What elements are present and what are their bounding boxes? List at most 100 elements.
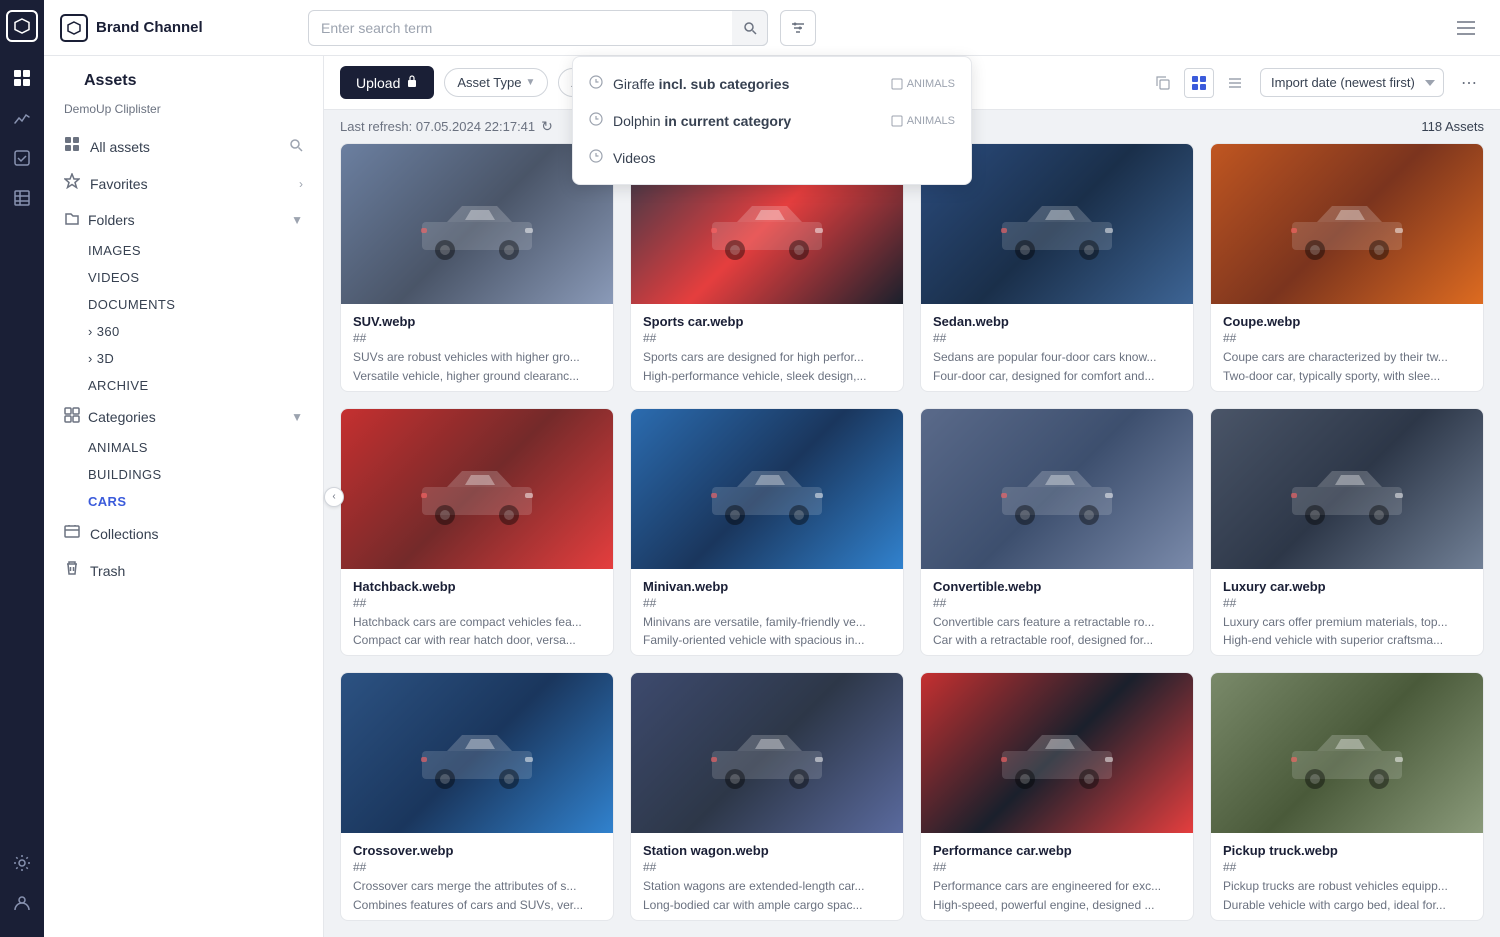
asset-card-coupe[interactable]: Coupe.webp ## Coupe cars are characteriz… (1210, 143, 1484, 392)
asset-name-crossover: Crossover.webp (353, 843, 601, 858)
asset-meta-luxury: 07.05.2024 21:34 WEBP (1223, 655, 1471, 656)
nav-assets-icon[interactable] (6, 62, 38, 94)
asset-desc1-station: Station wagons are extended-length car..… (643, 878, 891, 895)
sidebar-item-favorites[interactable]: Favorites › (44, 165, 323, 202)
folder-documents[interactable]: DOCUMENTS (44, 291, 323, 318)
asset-card-crossover[interactable]: Crossover.webp ## Crossover cars merge t… (340, 672, 614, 921)
view-list-button[interactable] (1220, 68, 1250, 98)
asset-info-sedan: Sedan.webp ## Sedans are popular four-do… (921, 304, 1193, 392)
sidebar-folders-header[interactable]: Folders ▼ (44, 202, 323, 237)
nav-tasks-icon[interactable] (6, 142, 38, 174)
menu-button[interactable] (1448, 10, 1484, 46)
search-item-text-3: Videos (613, 150, 955, 166)
asset-type-badge-suv: WEBP (555, 391, 601, 392)
asset-card-station[interactable]: Station wagon.webp ## Station wagons are… (630, 672, 904, 921)
car-illustration-minivan (631, 409, 903, 569)
folders-sub-items: IMAGES VIDEOS DOCUMENTS › 360 › 3D ARCHI… (44, 237, 323, 399)
search-item-text-1: Giraffe incl. sub categories (613, 76, 881, 92)
nav-settings-icon[interactable] (6, 847, 38, 879)
favorites-icon (64, 173, 80, 194)
asset-card-hatchback[interactable]: Hatchback.webp ## Hatchback cars are com… (340, 408, 614, 657)
car-illustration-pickup (1211, 673, 1483, 833)
car-illustration-performance (921, 673, 1193, 833)
globe-icon-suv (368, 391, 380, 392)
category-cars[interactable]: CARS (44, 488, 323, 515)
asset-desc2-pickup: Durable vehicle with cargo bed, ideal fo… (1223, 897, 1471, 914)
categories-label: Categories (88, 409, 156, 425)
upload-button[interactable]: Upload (340, 66, 434, 99)
asset-info-performance: Performance car.webp ## Performance cars… (921, 833, 1193, 921)
asset-type-filter[interactable]: Asset Type ▼ (444, 68, 548, 97)
filter-button[interactable] (780, 10, 816, 46)
search-button[interactable] (732, 10, 768, 46)
view-controls (1148, 68, 1250, 98)
asset-info-coupe: Coupe.webp ## Coupe cars are characteriz… (1211, 304, 1483, 392)
car-illustration-luxury (1211, 409, 1483, 569)
folder-360[interactable]: › 360 (44, 318, 323, 345)
refresh-icon[interactable]: ↻ (541, 118, 553, 135)
asset-tags-convertible: ## (933, 596, 1181, 610)
asset-tags-sedan: ## (933, 331, 1181, 345)
car-illustration-coupe (1211, 144, 1483, 304)
folder-videos[interactable]: VIDEOS (44, 264, 323, 291)
view-grid-button[interactable] (1184, 68, 1214, 98)
sidebar-categories-header[interactable]: Categories ▼ (44, 399, 323, 434)
asset-desc1-minivan: Minivans are versatile, family-friendly … (643, 614, 891, 631)
img-icon-hatchback (555, 656, 566, 657)
asset-tags-luxury: ## (1223, 596, 1471, 610)
asset-grid: SUV.webp ## SUVs are robust vehicles wit… (324, 143, 1500, 937)
more-options-button[interactable]: ⋯ (1454, 68, 1484, 98)
sort-select[interactable]: Import date (newest first) Import date (… (1260, 68, 1444, 97)
asset-thumbnail-crossover (341, 673, 613, 833)
asset-info-station: Station wagon.webp ## Station wagons are… (631, 833, 903, 921)
asset-meta-performance: 07.05.2024 21:34 WEBP (933, 920, 1181, 921)
search-suggestion-giraffe[interactable]: Giraffe incl. sub categories ANIMALS (573, 65, 971, 102)
asset-card-minivan[interactable]: Minivan.webp ## Minivans are versatile, … (630, 408, 904, 657)
asset-card-pickup[interactable]: Pickup truck.webp ## Pickup trucks are r… (1210, 672, 1484, 921)
asset-info-pickup: Pickup truck.webp ## Pickup trucks are r… (1211, 833, 1483, 921)
folder-archive[interactable]: ARCHIVE (44, 372, 323, 399)
category-animals[interactable]: ANIMALS (44, 434, 323, 461)
sidebar-collapse-button[interactable]: ‹ (324, 487, 344, 507)
asset-meta-hatchback: 07.05.2024 21:34 WEBP (353, 655, 601, 656)
nav-user-icon[interactable] (6, 887, 38, 919)
all-assets-search-icon[interactable] (289, 138, 303, 155)
search-input[interactable] (308, 10, 768, 46)
trash-icon (64, 560, 80, 581)
folder-images[interactable]: IMAGES (44, 237, 323, 264)
asset-type-badge-pickup: WEBP (1425, 920, 1471, 921)
asset-meta-crossover: 07.05.2024 21:34 WEBP (353, 920, 601, 921)
asset-thumbnail-station (631, 673, 903, 833)
app-logo[interactable] (6, 10, 38, 42)
nav-table-icon[interactable] (6, 182, 38, 214)
asset-card-luxury[interactable]: Luxury car.webp ## Luxury cars offer pre… (1210, 408, 1484, 657)
sidebar-item-collections[interactable]: Collections (44, 515, 323, 552)
asset-card-convertible[interactable]: Convertible.webp ## Convertible cars fea… (920, 408, 1194, 657)
folder-3d[interactable]: › 3D (44, 345, 323, 372)
asset-meta-station: 07.05.2024 21:34 WEBP (643, 920, 891, 921)
globe-icon-sedan (948, 391, 960, 392)
asset-card-performance[interactable]: Performance car.webp ## Performance cars… (920, 672, 1194, 921)
search-suggestion-dolphin[interactable]: Dolphin in current category ANIMALS (573, 102, 971, 139)
nav-analytics-icon[interactable] (6, 102, 38, 134)
category-buildings[interactable]: BUILDINGS (44, 461, 323, 488)
asset-meta-minivan: 07.05.2024 21:34 WEBP (643, 655, 891, 656)
car-illustration-crossover (341, 673, 613, 833)
search-suggestion-videos[interactable]: Videos (573, 139, 971, 176)
asset-desc1-sedan: Sedans are popular four-door cars know..… (933, 349, 1181, 366)
asset-info-hatchback: Hatchback.webp ## Hatchback cars are com… (341, 569, 613, 657)
asset-type-badge-performance: WEBP (1135, 920, 1181, 921)
topbar-brand-name: Brand Channel (96, 19, 203, 36)
asset-info-convertible: Convertible.webp ## Convertible cars fea… (921, 569, 1193, 657)
asset-desc1-hatchback: Hatchback cars are compact vehicles fea.… (353, 614, 601, 631)
view-copy-button[interactable] (1148, 68, 1178, 98)
sidebar-item-all-assets[interactable]: All assets (44, 128, 323, 165)
img-icon-sedan (1135, 391, 1146, 392)
sidebar-item-trash[interactable]: Trash (44, 552, 323, 589)
img-icon-sports (845, 391, 856, 392)
asset-thumbnail-pickup (1211, 673, 1483, 833)
car-illustration-station (631, 673, 903, 833)
img-icon-suv (555, 391, 566, 392)
img-icon-luxury (1425, 656, 1436, 657)
asset-name-suv: SUV.webp (353, 314, 601, 329)
